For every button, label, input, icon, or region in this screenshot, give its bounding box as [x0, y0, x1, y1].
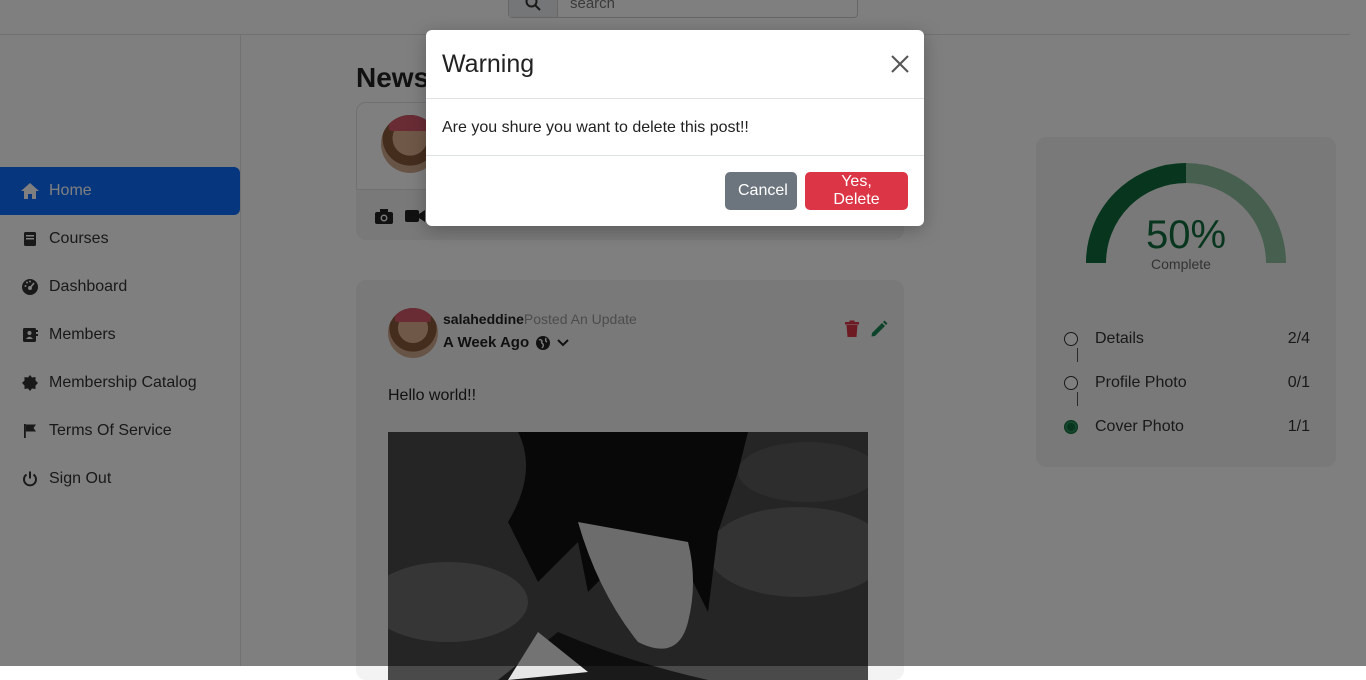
modal-body: Are you shure you want to delete this po…	[426, 99, 924, 156]
modal-header: Warning	[426, 30, 924, 99]
delete-confirmation-dialog: Warning Are you shure you want to delete…	[426, 30, 924, 226]
cancel-button[interactable]: Cancel	[725, 172, 797, 210]
modal-title: Warning	[442, 50, 535, 78]
modal-footer: Cancel Yes, Delete	[426, 156, 924, 226]
confirm-delete-button[interactable]: Yes, Delete	[805, 172, 908, 210]
close-icon[interactable]	[890, 54, 910, 74]
modal-message: Are you shure you want to delete this po…	[442, 119, 749, 136]
